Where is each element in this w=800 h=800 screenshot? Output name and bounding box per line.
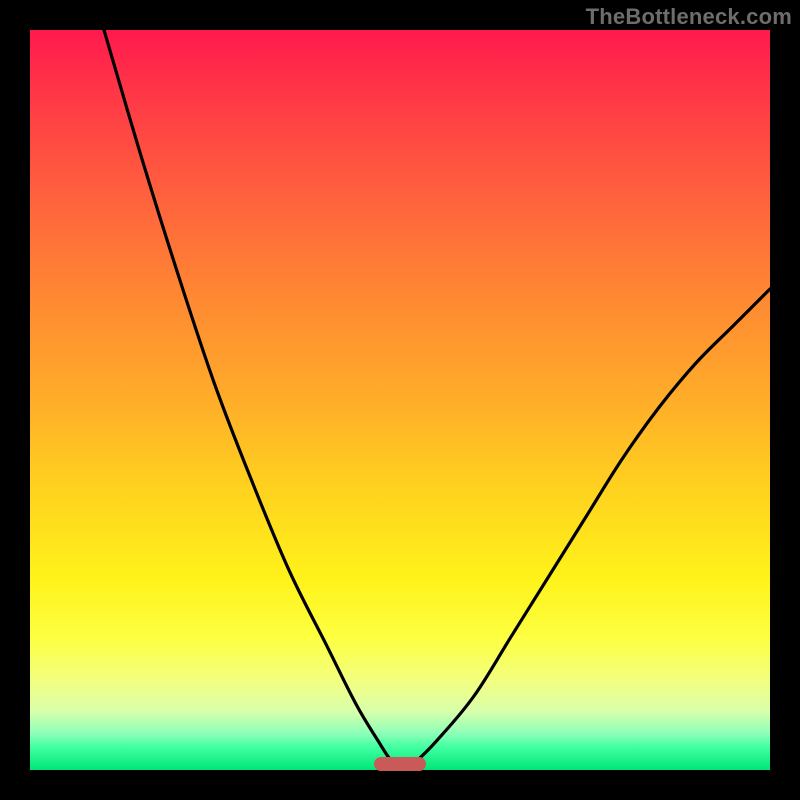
bottleneck-curves (30, 30, 770, 770)
optimal-marker (374, 757, 426, 771)
watermark-text: TheBottleneck.com (586, 4, 792, 30)
plot-area (30, 30, 770, 770)
left-curve-path (104, 30, 404, 770)
right-curve-path (404, 289, 770, 770)
